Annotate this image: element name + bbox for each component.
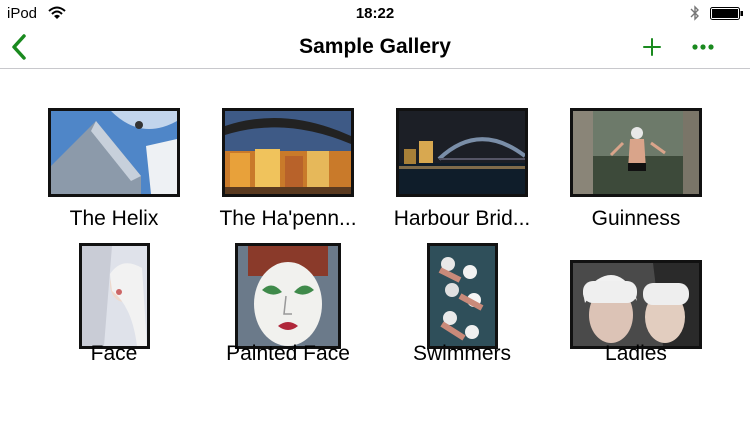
gallery-item-guinness[interactable]: Guinness: [556, 108, 716, 258]
item-title: Painted Face: [226, 342, 350, 365]
more-icon: [692, 44, 714, 50]
gallery-item-the-hapenny[interactable]: The Ha'penn...: [208, 108, 368, 258]
nav-bar: Sample Gallery: [0, 28, 750, 69]
item-title: Guinness: [591, 207, 681, 230]
add-button[interactable]: [640, 35, 664, 59]
back-button[interactable]: [6, 30, 36, 64]
plus-icon: [643, 38, 661, 56]
photo-thumbnail: [570, 260, 702, 349]
photo-thumbnail: [427, 243, 498, 349]
photo-thumbnail: [222, 108, 354, 197]
chevron-left-icon: [12, 34, 26, 60]
item-title: Swimmers: [413, 342, 511, 365]
item-title: The Ha'penn...: [219, 207, 357, 230]
photo-thumbnail: [570, 108, 702, 197]
gallery-item-harbour-bridge[interactable]: Harbour Brid...: [382, 108, 542, 258]
item-title: Ladies: [605, 342, 667, 365]
photo-thumbnail: [396, 108, 528, 197]
battery-icon: [710, 7, 743, 20]
gallery-item-face[interactable]: Face: [34, 243, 194, 393]
page-title: Sample Gallery: [299, 35, 451, 58]
gallery-item-ladies[interactable]: Ladies: [556, 243, 716, 393]
more-button[interactable]: [688, 37, 720, 57]
status-bar: iPod 18:22: [0, 0, 750, 28]
item-title: The Helix: [69, 207, 159, 230]
bluetooth-icon: [690, 5, 699, 21]
status-time: 18:22: [355, 5, 395, 22]
gallery-item-painted-face[interactable]: Painted Face: [208, 243, 368, 393]
gallery-item-the-helix[interactable]: The Helix: [34, 108, 194, 258]
item-title: Face: [90, 342, 138, 365]
photo-thumbnail: [79, 243, 150, 349]
item-title: Harbour Brid...: [393, 207, 531, 230]
gallery-item-swimmers[interactable]: Swimmers: [382, 243, 542, 393]
photo-thumbnail: [235, 243, 341, 349]
photo-thumbnail: [48, 108, 180, 197]
